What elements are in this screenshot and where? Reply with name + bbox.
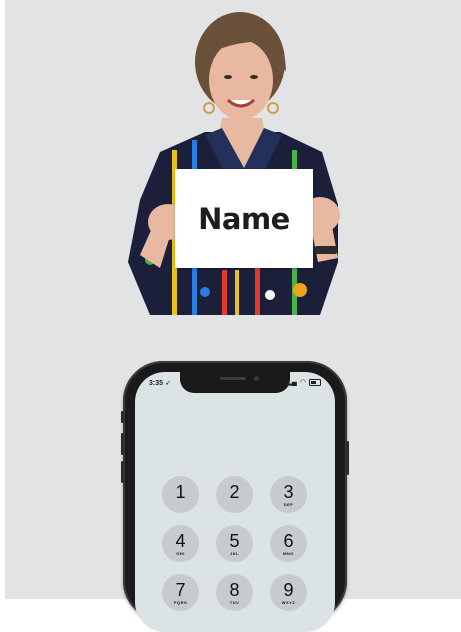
key-6[interactable]: 6 MNO: [270, 525, 307, 562]
battery-icon: [309, 378, 321, 386]
status-time: 3:35 ➶: [149, 380, 171, 387]
key-5[interactable]: 5 JKL: [216, 525, 253, 562]
phone-notch: [180, 372, 290, 393]
person-holding-sign-illustration: Name: [0, 0, 461, 320]
front-camera: [254, 376, 259, 381]
phone-volume-up-button: [121, 433, 124, 455]
location-arrow-icon: ➶: [164, 380, 171, 387]
sign-text: Name: [198, 201, 290, 236]
phone-illustration: 3:35 ➶ ▂▄ ◠ 1 2 3 DEF 4 GHI 5 JKL 6 MNO …: [121, 361, 349, 632]
key-7[interactable]: 7 PQRS: [162, 574, 199, 611]
wifi-icon: ◠: [299, 379, 306, 386]
phone-side-button: [121, 411, 124, 423]
name-sign: Name: [175, 169, 313, 268]
person-figure: [128, 12, 340, 315]
phone-volume-down-button: [121, 461, 124, 483]
key-4[interactable]: 4 GHI: [162, 525, 199, 562]
phone-screen: 3:35 ➶ ▂▄ ◠ 1 2 3 DEF 4 GHI 5 JKL 6 MNO …: [135, 372, 335, 632]
key-8[interactable]: 8 TUV: [216, 574, 253, 611]
speaker-grille: [220, 377, 246, 380]
key-2[interactable]: 2: [216, 476, 253, 513]
dial-keypad: 1 2 3 DEF 4 GHI 5 JKL 6 MNO 7 PQRS 8 TUV…: [162, 476, 308, 611]
signal-icon: ▂▄: [286, 379, 297, 386]
key-9[interactable]: 9 WXYZ: [270, 574, 307, 611]
status-icons: ▂▄ ◠: [287, 378, 321, 386]
phone-power-button: [346, 441, 349, 475]
key-3[interactable]: 3 DEF: [270, 476, 307, 513]
key-1[interactable]: 1: [162, 476, 199, 513]
